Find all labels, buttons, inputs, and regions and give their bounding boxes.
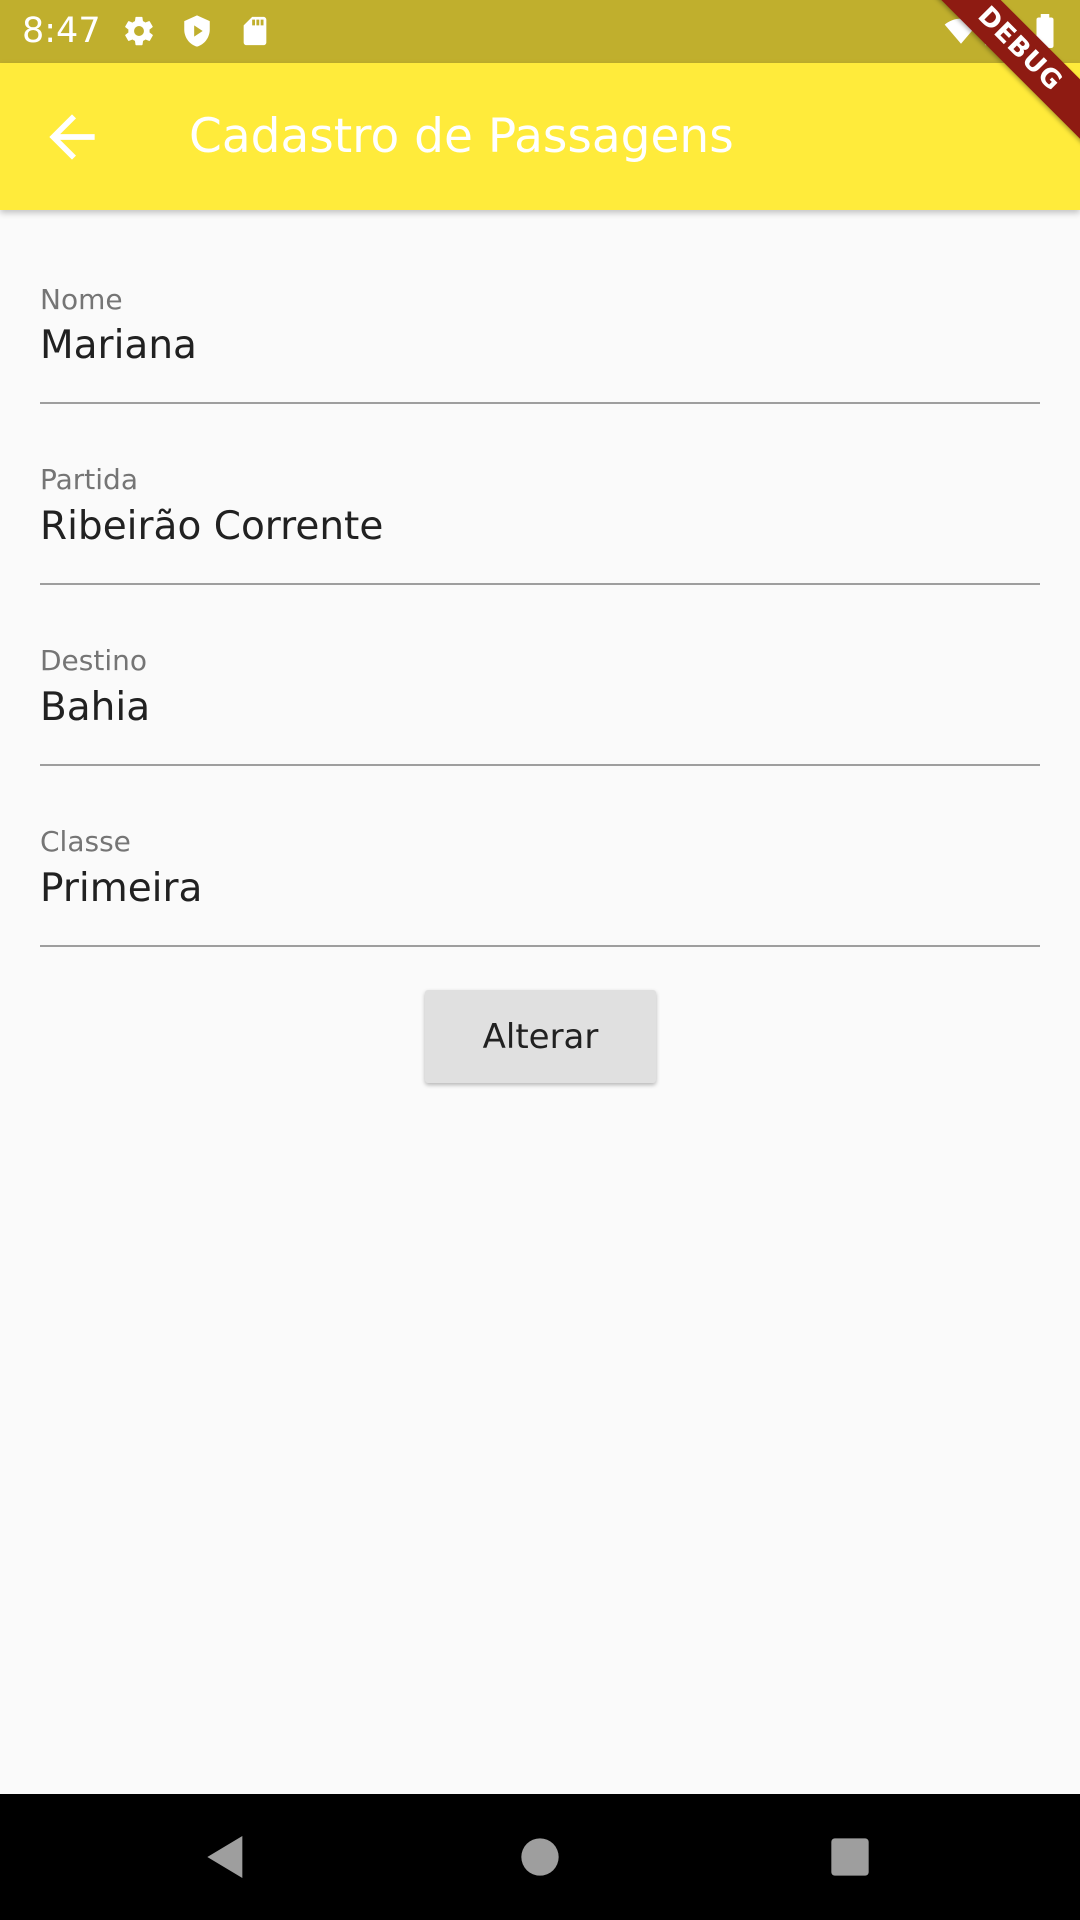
name-field: Nome: [40, 210, 1040, 404]
back-button[interactable]: [38, 103, 106, 171]
battery-icon: [1032, 14, 1058, 48]
destination-field-label: Destino: [40, 644, 148, 677]
nav-home-button[interactable]: [512, 1829, 568, 1885]
app-bar: Cadastro de Passagens: [0, 63, 1080, 210]
departure-input[interactable]: [40, 499, 1040, 555]
nav-back-button[interactable]: [198, 1829, 254, 1885]
action-row: Alterar: [0, 990, 1080, 1090]
shield-play-icon: [180, 14, 214, 48]
wifi-icon: [944, 14, 978, 48]
page-title: Cadastro de Passagens: [189, 109, 734, 164]
class-field-underline: [40, 945, 1040, 947]
status-bar: 8:47: [0, 0, 1080, 63]
class-field: Classe: [40, 753, 1040, 947]
booking-form: Nome Partida Destino Classe: [40, 210, 1040, 947]
settings-icon: [122, 14, 156, 48]
signal-icon: [984, 14, 1018, 48]
home-circle-icon: [512, 1829, 568, 1885]
departure-field: Partida: [40, 391, 1040, 585]
status-time: 8:47: [22, 11, 101, 51]
departure-field-label: Partida: [40, 463, 138, 496]
arrow-back-icon: [38, 103, 106, 171]
destination-input[interactable]: [40, 680, 1040, 736]
back-triangle-icon: [198, 1829, 254, 1885]
alter-button[interactable]: Alterar: [425, 990, 656, 1083]
name-input[interactable]: [40, 318, 1040, 374]
recents-square-icon: [822, 1829, 878, 1885]
class-field-label: Classe: [40, 825, 131, 858]
class-input[interactable]: [40, 861, 1040, 917]
nav-recents-button[interactable]: [822, 1829, 878, 1885]
destination-field: Destino: [40, 572, 1040, 766]
name-field-label: Nome: [40, 283, 123, 316]
system-nav-bar: [0, 1794, 1080, 1920]
app-screen: 8:47 DEBUG Cadastro de Passagens Nome Ma…: [0, 0, 1080, 1920]
sd-card-icon: [238, 14, 272, 48]
